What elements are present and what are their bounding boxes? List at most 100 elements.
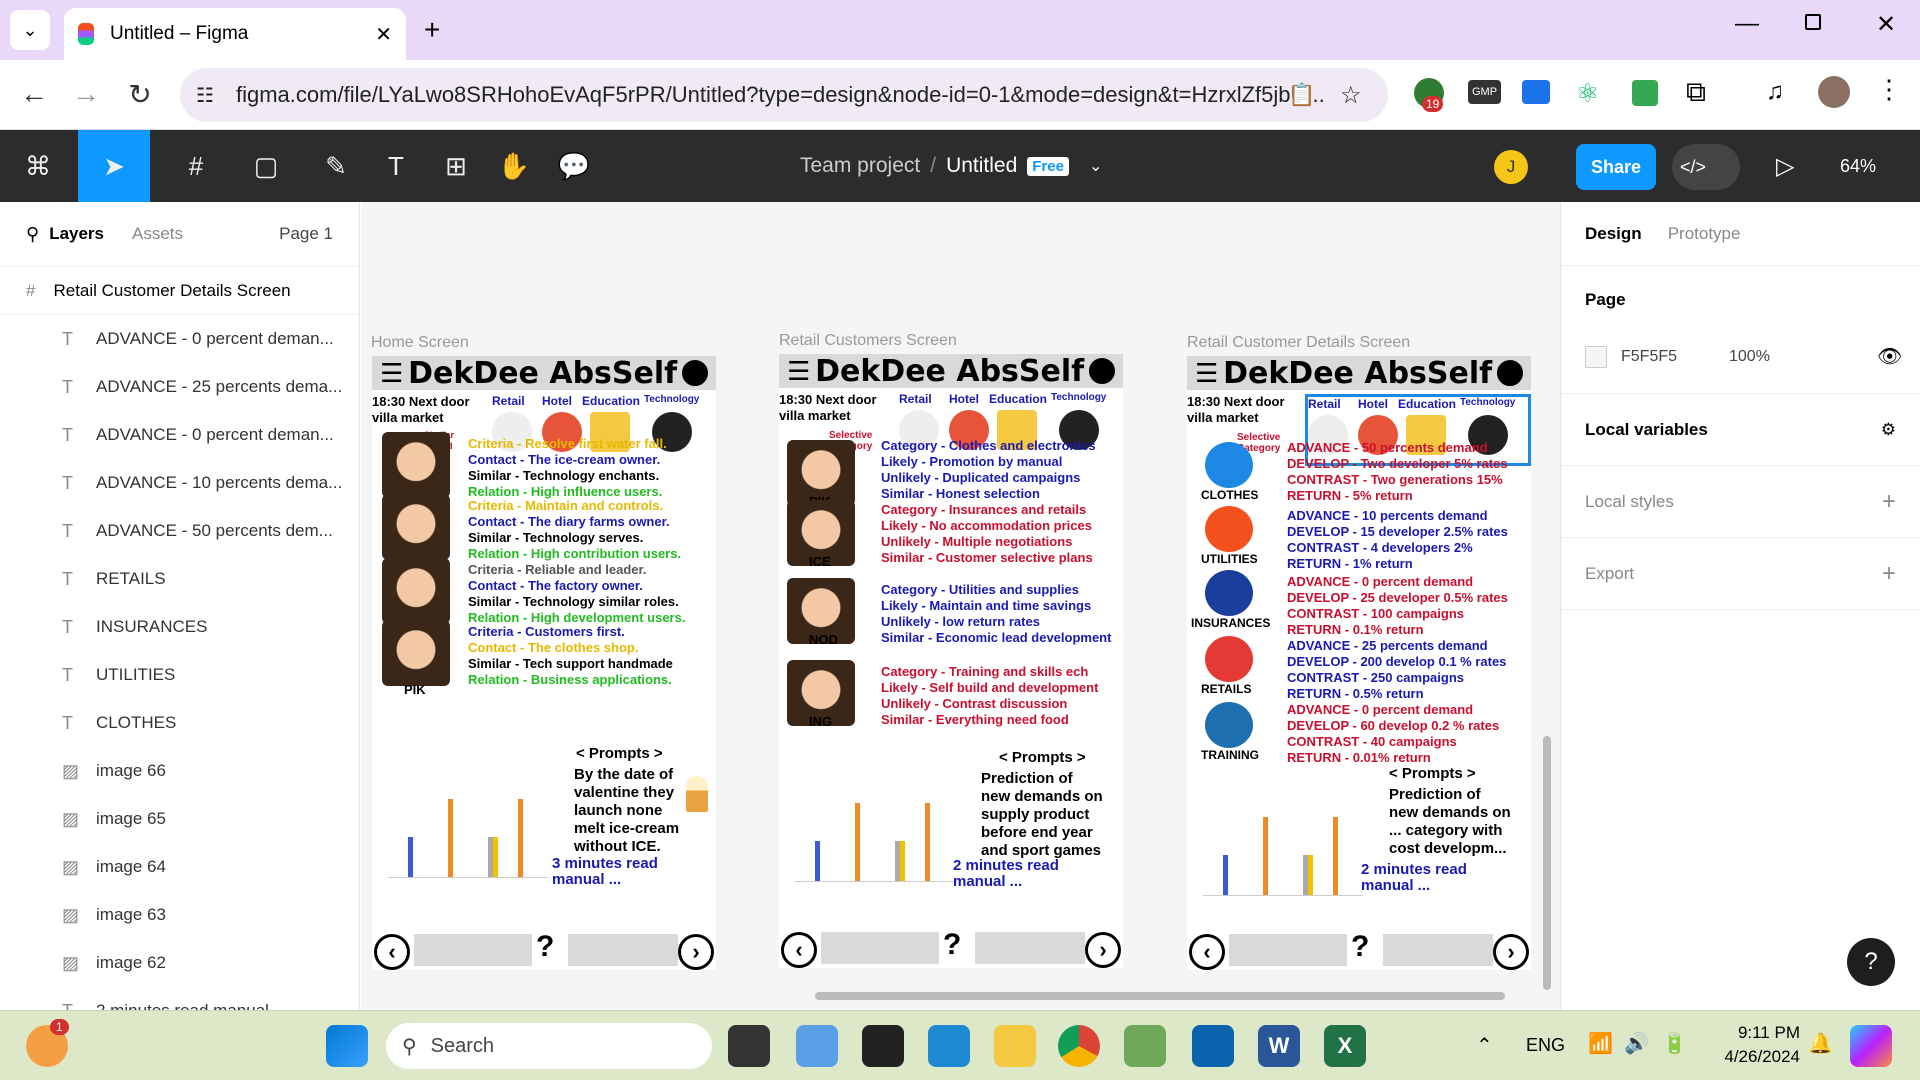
insurances-category-icon[interactable] (1205, 570, 1253, 616)
rectangle-tool-icon[interactable]: ▢ (238, 130, 294, 202)
layer-row[interactable]: ▨ image 66 (0, 747, 359, 795)
help-question-icon[interactable]: ? (536, 930, 554, 964)
project-name[interactable]: Team project (800, 154, 920, 178)
atom-extension-icon[interactable]: ⚛ (1576, 78, 1599, 109)
next-arrow-icon[interactable]: › (1493, 934, 1529, 970)
profile-avatar[interactable] (1818, 76, 1850, 108)
notification-bell-icon[interactable]: 🔔 (1808, 1031, 1833, 1056)
frame-title-details[interactable]: Retail Customer Details Screen (1187, 334, 1410, 352)
reload-icon[interactable]: ↻ (120, 78, 160, 111)
cat-education[interactable]: Education (989, 392, 1047, 406)
cat-hotel[interactable]: Hotel (1358, 397, 1388, 411)
minimize-button[interactable]: — (1735, 10, 1759, 38)
file-menu-chevron-icon[interactable]: ⌄ (1089, 156, 1102, 176)
close-window-button[interactable]: ✕ (1876, 10, 1896, 39)
bookmark-star-icon[interactable]: ☆ (1340, 81, 1362, 110)
hamburger-menu-icon[interactable]: ☰ (1195, 358, 1218, 389)
search-layers-icon[interactable]: ⚲ (26, 224, 39, 245)
clothes-category-icon[interactable] (1205, 442, 1253, 488)
tab-design[interactable]: Design (1585, 224, 1642, 244)
text-tool-icon[interactable]: T (368, 130, 424, 202)
cat-technology[interactable]: Technology (644, 394, 699, 405)
layer-row[interactable]: T RETAILS (0, 555, 359, 603)
next-arrow-icon[interactable]: › (1085, 932, 1121, 968)
utilities-category-icon[interactable] (1205, 506, 1253, 552)
zoom-level[interactable]: 64% (1840, 156, 1876, 177)
frame-tool-icon[interactable]: # (168, 130, 224, 202)
media-control-icon[interactable]: ♫ (1766, 78, 1784, 106)
variables-sliders-icon[interactable]: ⚙ (1881, 420, 1896, 440)
windows-start-icon[interactable] (326, 1025, 368, 1067)
cat-education[interactable]: Education (1398, 397, 1456, 411)
hamburger-menu-icon[interactable]: ☰ (380, 358, 403, 389)
sheet-extension-icon[interactable] (1632, 80, 1658, 106)
read-manual-link[interactable]: 3 minutes read manual ... (552, 856, 682, 888)
layer-row[interactable]: ▨ image 65 (0, 795, 359, 843)
retails-category-icon[interactable] (1205, 636, 1253, 682)
cat-education[interactable]: Education (582, 394, 640, 408)
browser-tab[interactable]: Untitled – Figma ✕ (64, 8, 406, 60)
puzzle-extensions-icon[interactable]: ⧉ (1686, 76, 1706, 109)
add-export-plus-icon[interactable]: + (1882, 560, 1896, 588)
retail-details-frame[interactable]: ☰ DekDee AbsSelf 18:30 Next door villa ma… (1187, 356, 1531, 970)
camera-extension-icon[interactable] (1522, 80, 1550, 104)
layer-row[interactable]: ▨ image 63 (0, 891, 359, 939)
hamburger-menu-icon[interactable]: ☰ (787, 356, 810, 387)
volume-icon[interactable]: 🔊 (1624, 1031, 1649, 1056)
notepad-app-icon[interactable] (1124, 1025, 1166, 1067)
layer-row[interactable]: T ADVANCE - 0 percent deman... (0, 315, 359, 363)
language-indicator[interactable]: ENG (1526, 1035, 1565, 1056)
dev-mode-toggle[interactable]: </> (1672, 144, 1740, 190)
frame-title-home[interactable]: Home Screen (371, 334, 469, 352)
prev-arrow-icon[interactable]: ‹ (781, 932, 817, 968)
taskbar-search-box[interactable]: ⚲ Search (386, 1023, 712, 1069)
help-question-icon[interactable]: ? (1351, 930, 1369, 964)
layer-row[interactable]: ▨ image 62 (0, 939, 359, 987)
page-selector[interactable]: Page 1 (279, 224, 333, 244)
customer-photo[interactable] (382, 432, 450, 498)
new-tab-button[interactable]: + (424, 14, 440, 46)
restore-button[interactable] (1805, 14, 1821, 30)
layer-row[interactable]: T ADVANCE - 25 percents dema... (0, 363, 359, 411)
cat-hotel[interactable]: Hotel (542, 394, 572, 408)
page-color-value[interactable]: F5F5F5 (1621, 348, 1677, 366)
read-manual-link[interactable]: 2 minutes read manual ... (953, 858, 1083, 890)
design-canvas[interactable]: Home Screen ☰ DekDee AbsSelf 18:30 Next … (361, 202, 1560, 1010)
prev-arrow-icon[interactable]: ‹ (374, 934, 410, 970)
tab-close-icon[interactable]: ✕ (375, 22, 392, 47)
pen-tool-icon[interactable]: ✎ (308, 130, 364, 202)
customer-photo[interactable] (382, 558, 450, 624)
site-info-icon[interactable]: ☷ (196, 83, 214, 108)
page-opacity-value[interactable]: 100% (1729, 348, 1770, 366)
resources-tool-icon[interactable]: ⊞ (428, 130, 484, 202)
layer-row[interactable]: T UTILITIES (0, 651, 359, 699)
help-button[interactable]: ? (1847, 938, 1895, 986)
comment-tool-icon[interactable]: 💬 (546, 130, 602, 202)
cat-retail[interactable]: Retail (899, 392, 932, 406)
layer-row[interactable]: T INSURANCES (0, 603, 359, 651)
forward-arrow-icon[interactable]: → (66, 78, 106, 110)
read-manual-link[interactable]: 2 minutes read manual ... (1361, 862, 1491, 894)
local-variables-label[interactable]: Local variables (1585, 420, 1708, 440)
cat-hotel[interactable]: Hotel (949, 392, 979, 406)
layer-row[interactable]: ▨ image 64 (0, 843, 359, 891)
browser-menu-icon[interactable]: ⋮ (1876, 74, 1902, 105)
figma-main-menu-icon[interactable]: ⌘ (10, 130, 66, 202)
user-profile-icon[interactable] (1496, 360, 1523, 386)
layer-row[interactable]: T ADVANCE - 10 percents dema... (0, 459, 359, 507)
home-screen-frame[interactable]: ☰ DekDee AbsSelf 18:30 Next door villa ma… (372, 356, 716, 970)
cat-retail[interactable]: Retail (1308, 397, 1341, 411)
tab-list-button[interactable]: ⌄ (10, 10, 50, 50)
cat-technology[interactable]: Technology (1051, 392, 1106, 403)
excel-app-icon[interactable]: X (1324, 1025, 1366, 1067)
layer-row[interactable]: T 2 minutes read manual (0, 987, 359, 1011)
tab-prototype[interactable]: Prototype (1668, 224, 1741, 244)
user-profile-icon[interactable] (681, 360, 708, 386)
url-omnibox[interactable]: ☷ figma.com/file/LYaLwo8SRHohoEvAqF5rPR/… (180, 68, 1388, 122)
local-styles-label[interactable]: Local styles (1585, 492, 1674, 512)
frame-title-retail[interactable]: Retail Customers Screen (779, 332, 957, 350)
gmp-extension-icon[interactable]: GMP (1468, 80, 1502, 104)
customer-photo[interactable] (382, 494, 450, 560)
cat-technology[interactable]: Technology (1460, 397, 1515, 408)
prev-arrow-icon[interactable]: ‹ (1189, 934, 1225, 970)
